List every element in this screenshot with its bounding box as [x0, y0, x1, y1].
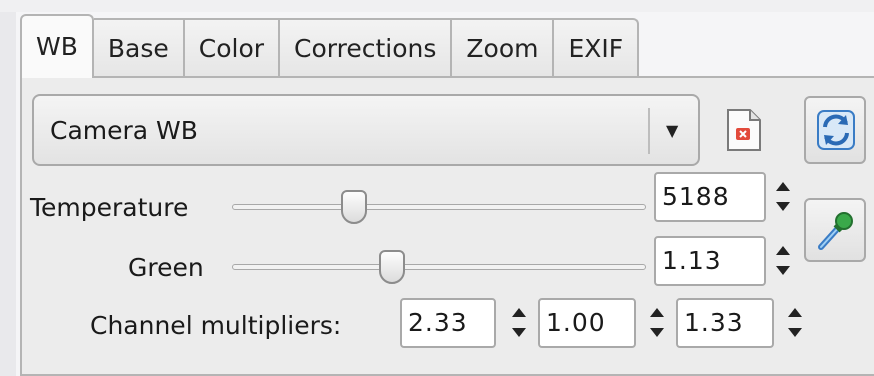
- arrow-up-icon[interactable]: [512, 308, 526, 317]
- channel-multiplier-blue-field[interactable]: 1.33: [676, 298, 774, 348]
- channel-multiplier-blue-stepper[interactable]: [784, 298, 808, 348]
- temperature-label: Temperature: [30, 193, 189, 222]
- wb-preset-value: Camera WB: [50, 116, 198, 145]
- channel-multiplier-red-spinbox[interactable]: 2.33: [400, 298, 536, 348]
- eyedropper-icon: [818, 212, 853, 250]
- wb-picker-button[interactable]: [804, 198, 866, 262]
- green-stepper[interactable]: [772, 236, 796, 286]
- green-slider-handle[interactable]: [379, 250, 405, 284]
- channel-multiplier-green-field[interactable]: 1.00: [538, 298, 636, 348]
- background-top: [0, 0, 874, 12]
- chevron-down-icon[interactable]: ▼: [666, 96, 678, 166]
- temperature-stepper[interactable]: [772, 172, 796, 222]
- arrow-down-icon[interactable]: [788, 328, 802, 337]
- green-slider[interactable]: [232, 248, 646, 288]
- arrow-up-icon[interactable]: [776, 246, 790, 255]
- tab-color[interactable]: Color: [184, 18, 281, 76]
- channel-multiplier-blue-spinbox[interactable]: 1.33: [676, 298, 812, 348]
- wb-preset-combobox[interactable]: Camera WB ▼: [32, 94, 700, 166]
- combo-separator: [648, 108, 650, 154]
- arrow-up-icon[interactable]: [776, 182, 790, 191]
- temperature-slider[interactable]: [232, 188, 646, 228]
- document-icon[interactable]: [722, 108, 764, 152]
- arrow-up-icon[interactable]: [788, 308, 802, 317]
- temperature-field[interactable]: 5188: [654, 172, 766, 222]
- channel-multiplier-red-field[interactable]: 2.33: [400, 298, 496, 348]
- tab-exif[interactable]: EXIF: [554, 18, 640, 76]
- temperature-slider-groove: [232, 204, 646, 210]
- channel-multipliers-label: Channel multipliers:: [90, 311, 342, 340]
- channel-multiplier-green-spinbox[interactable]: 1.00: [538, 298, 674, 348]
- refresh-button[interactable]: [804, 96, 866, 164]
- arrow-down-icon[interactable]: [650, 328, 664, 337]
- green-field[interactable]: 1.13: [654, 236, 766, 286]
- background-strip: [0, 0, 16, 376]
- arrow-down-icon[interactable]: [512, 328, 526, 337]
- tab-zoom[interactable]: Zoom: [452, 18, 555, 76]
- arrow-down-icon[interactable]: [776, 202, 790, 211]
- tab-corrections[interactable]: Corrections: [280, 18, 453, 76]
- green-slider-groove: [232, 264, 646, 270]
- arrow-up-icon[interactable]: [650, 308, 664, 317]
- channel-multiplier-green-stepper[interactable]: [646, 298, 670, 348]
- channel-multiplier-red-stepper[interactable]: [508, 298, 532, 348]
- temperature-slider-handle[interactable]: [341, 190, 367, 224]
- tab-bar: WB Base Color Corrections Zoom EXIF: [20, 14, 640, 78]
- refresh-icon: [817, 110, 855, 150]
- arrow-down-icon[interactable]: [776, 266, 790, 275]
- green-spinbox[interactable]: 1.13: [654, 236, 796, 286]
- tab-wb[interactable]: WB: [20, 14, 94, 78]
- green-label: Green: [128, 253, 204, 282]
- tab-base[interactable]: Base: [93, 18, 185, 76]
- temperature-spinbox[interactable]: 5188: [654, 172, 796, 222]
